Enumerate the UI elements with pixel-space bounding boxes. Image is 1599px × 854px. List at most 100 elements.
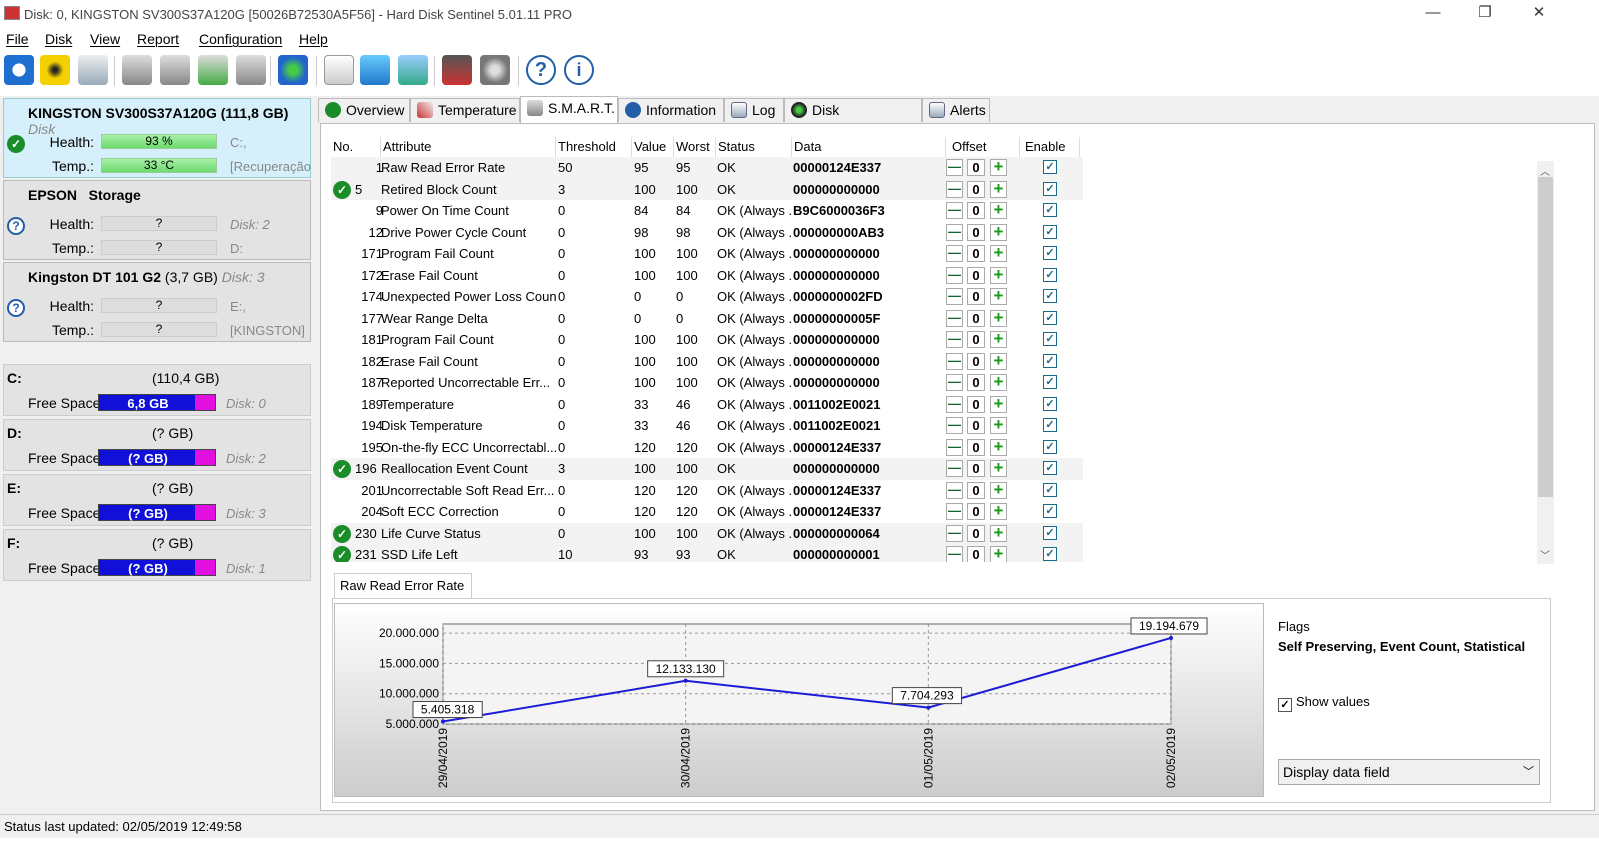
sound-icon[interactable] [480,55,510,85]
enable-checkbox[interactable]: ✓ [1043,160,1057,174]
help-icon[interactable]: ? [526,55,556,85]
enable-checkbox[interactable]: ✓ [1043,267,1057,282]
offset-value[interactable]: 0 [967,352,985,370]
tab-information[interactable]: Information [618,98,724,122]
tab-disk-performance[interactable]: Disk Performance [784,98,922,140]
table-row[interactable]: 177 Wear Range Delta 0 0 0 OK (Always ... 0000… [331,308,1083,330]
restore-button[interactable]: ❐ [1462,0,1508,28]
offset-minus-button[interactable]: — [946,245,963,262]
offset-plus-button[interactable]: + [990,438,1007,456]
offset-value[interactable]: 0 [967,159,985,176]
enable-checkbox[interactable]: ✓ [1043,525,1057,540]
table-row[interactable]: 174 Unexpected Power Loss Count 0 0 0 OK (Alw… [331,286,1083,308]
table-row[interactable]: 9 Power On Time Count 0 84 84 OK (Always ... B… [331,200,1083,222]
offset-minus-button[interactable]: — [946,460,963,477]
offset-minus-button[interactable]: — [946,481,963,499]
offset-plus-button[interactable]: + [990,502,1007,520]
offset-value[interactable]: 0 [967,438,985,456]
info-icon[interactable]: i [564,55,594,85]
table-row[interactable]: 172 Erase Fail Count 0 100 100 OK (Always ...… [331,265,1083,287]
enable-checkbox[interactable]: ✓ [1043,482,1057,497]
offset-minus-button[interactable]: — [946,374,963,391]
close-button[interactable]: ✕ [1516,0,1562,28]
volume-entry-c[interactable]: C: (110,4 GB) Free Space 6,8 GB Disk: 0 [3,364,311,416]
table-row[interactable]: 189 Temperature 0 33 46 OK (Always ... 0011002… [331,394,1083,416]
scroll-down-icon[interactable]: ﹀ [1540,547,1550,562]
col-offset[interactable]: Offset [946,137,1020,157]
offset-value[interactable]: 0 [967,223,985,241]
offset-plus-button[interactable]: + [990,266,1007,284]
col-data[interactable]: Data [792,137,946,157]
offset-minus-button[interactable]: — [946,331,963,348]
globe-icon[interactable] [278,55,308,85]
test-icon[interactable] [122,55,152,85]
report-icon[interactable] [324,55,354,85]
col-no[interactable]: No. [331,137,381,157]
col-enable[interactable]: Enable [1020,137,1080,157]
table-row[interactable]: 1 Raw Read Error Rate 50 95 95 OK 00000124E337… [331,157,1083,179]
disk-entry-2[interactable]: Kingston DT 101 G2 (3,7 GB) Disk: 3 ? He… [3,262,311,342]
enable-checkbox[interactable]: ✓ [1043,310,1057,325]
enable-checkbox[interactable]: ✓ [1043,181,1057,196]
offset-value[interactable]: 0 [967,266,985,284]
offset-minus-button[interactable]: — [946,524,963,542]
table-row[interactable]: 195 On-the-fly ECC Uncorrectabl... 0 120 120… [331,437,1083,459]
table-row[interactable]: ✓ 231 SSD Life Left 10 93 93 OK 000000000001 —0 +… [331,544,1083,562]
scrollbar-thumb[interactable] [1538,177,1553,497]
offset-minus-button[interactable]: — [946,288,963,305]
table-row[interactable]: 181 Program Fail Count 0 100 100 OK (Always .… [331,329,1083,351]
offset-plus-button[interactable]: + [990,481,1007,499]
offset-minus-button[interactable]: — [946,546,963,562]
offset-plus-button[interactable]: + [990,244,1007,262]
offset-plus-button[interactable]: + [990,459,1007,477]
offset-plus-button[interactable]: + [990,416,1007,434]
table-row[interactable]: ✓ 5 Retired Block Count 3 100 100 OK 0000000000… [331,178,1083,200]
col-status[interactable]: Status [716,137,792,157]
offset-value[interactable]: 0 [967,288,985,305]
offset-plus-button[interactable]: + [990,373,1007,391]
offset-minus-button[interactable]: — [946,266,963,284]
table-row[interactable]: 194 Disk Temperature 0 33 46 OK (Always ... 00… [331,415,1083,437]
config-icon[interactable] [442,55,472,85]
offset-plus-button[interactable]: + [990,309,1007,327]
offset-plus-button[interactable]: + [990,545,1007,562]
menu-file[interactable]: File [6,31,29,47]
send-report-icon[interactable] [360,55,390,85]
offset-minus-button[interactable]: — [946,202,963,219]
offset-value[interactable]: 0 [967,374,985,391]
offset-value[interactable]: 0 [967,460,985,477]
offset-minus-button[interactable]: — [946,180,963,198]
table-row[interactable]: 204 Soft ECC Correction 0 120 120 OK (Always … [331,501,1083,523]
offset-value[interactable]: 0 [967,309,985,327]
tab-alerts[interactable]: Alerts [922,98,990,122]
offset-value[interactable]: 0 [967,417,985,434]
enable-checkbox[interactable]: ✓ [1043,418,1057,432]
offset-value[interactable]: 0 [967,524,985,542]
enable-checkbox[interactable]: ✓ [1043,439,1057,454]
col-worst[interactable]: Worst [674,137,716,157]
table-row[interactable]: ✓ 230 Life Curve Status 0 100 100 OK (Always .… [331,522,1083,544]
offset-plus-button[interactable]: + [990,352,1007,370]
enable-checkbox[interactable]: ✓ [1043,332,1057,346]
tab-attribute-chart[interactable]: Raw Read Error Rate [334,573,472,599]
enable-checkbox[interactable]: ✓ [1043,246,1057,260]
enable-checkbox[interactable]: ✓ [1043,461,1057,475]
volume-entry-f[interactable]: F: (? GB) Free Space (? GB) Disk: 1 [3,529,311,581]
table-row[interactable]: ✓ 196 Reallocation Event Count 3 100 100 OK 000… [331,458,1083,480]
table-row[interactable]: 12 Drive Power Cycle Count 0 98 98 OK (Always… [331,222,1083,244]
offset-value[interactable]: 0 [967,245,985,262]
offset-plus-button[interactable]: + [990,201,1007,219]
table-scrollbar[interactable]: ︿ ﹀ [1537,161,1554,564]
disk-icon[interactable] [78,55,108,85]
enable-checkbox[interactable]: ✓ [1043,396,1057,411]
menu-configuration[interactable]: Configuration [199,31,282,47]
offset-minus-button[interactable]: — [946,159,963,176]
enable-checkbox[interactable]: ✓ [1043,375,1057,389]
refresh-icon[interactable] [4,55,34,85]
minimize-button[interactable]: — [1410,0,1456,28]
checkbox-checked-icon[interactable]: ✓ [1278,698,1292,712]
tab-smart[interactable]: S.M.A.R.T. [520,96,618,123]
tab-temperature[interactable]: Temperature [410,98,520,122]
col-value[interactable]: Value [632,137,674,157]
offset-minus-button[interactable]: — [946,309,963,327]
